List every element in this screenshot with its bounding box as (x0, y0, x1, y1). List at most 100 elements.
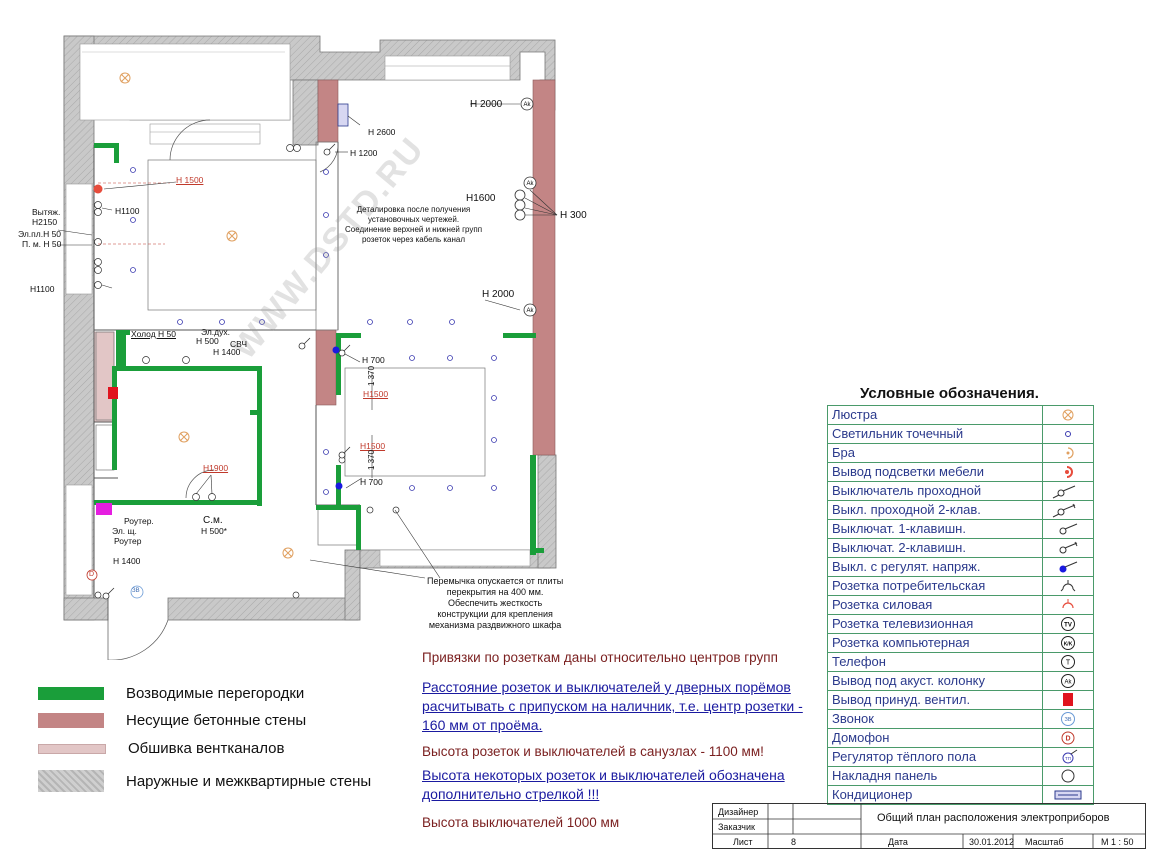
note-arrow-2: дополнительно стрелкой !!! (422, 786, 600, 802)
legend-title: Условные обозначения. (860, 385, 1039, 402)
note-distance-1: Расстояние розеток и выключателей у двер… (422, 679, 791, 695)
bearing-wall-swatch (38, 713, 104, 728)
legend-label: Розетка телевизионная (828, 615, 1043, 633)
legend-row: Регулятор тёплого пола ТП (828, 748, 1093, 767)
legend-row: Кондиционер (828, 786, 1093, 804)
intercom-icon: D (1061, 731, 1075, 745)
legend-row: Вывод принуд. вентил. (828, 691, 1093, 710)
legend-label: Выключатель проходной (828, 482, 1043, 500)
speaker-icon: Ak (1061, 674, 1075, 688)
label-h2600: H 2600 (368, 127, 396, 137)
wall-key-label: Наружные и межквартирные стены (126, 772, 372, 790)
outlet-icon (1060, 580, 1076, 592)
air-conditioner-icon (1054, 790, 1082, 800)
drawing-title: Общий план расположения электроприборов (877, 812, 1110, 824)
label-h2150: H2150 (32, 217, 58, 227)
power-outlet-icon (1062, 599, 1074, 609)
legend-label: Домофон (828, 729, 1043, 747)
label-h2000-bottom: H 2000 (482, 289, 515, 300)
label-h1100-top: H1100 (115, 206, 140, 216)
legend-label: Бра (828, 444, 1043, 462)
legend-label: Регулятор тёплого пола (828, 748, 1043, 766)
telephone-icon: T (1061, 655, 1075, 669)
sconce-icon (1066, 447, 1074, 459)
sheet-value: 8 (791, 837, 797, 847)
floor-heating-icon: ТП (1062, 749, 1078, 764)
legend-label: Выключат. 2-клавишн. (828, 539, 1043, 557)
scale-label: Масштаб (1025, 837, 1064, 847)
svg-text:Ak: Ak (523, 102, 531, 108)
partition-swatch (38, 687, 104, 700)
legend-row: Выключат. 2-клавишн. (828, 539, 1093, 558)
note-bathroom-height: Высота розеток и выключателей в санузлах… (422, 744, 764, 759)
legend-label: Люстра (828, 406, 1043, 424)
wall-key-partitions: Возводимые перегородки (38, 685, 304, 702)
label-h1200: H 1200 (350, 148, 378, 158)
wall-key-vent: Обшивка вентканалов (38, 740, 284, 757)
svg-text:T: T (1066, 660, 1071, 667)
label-h1400: H 1400 (213, 347, 241, 357)
legend-label: Кондиционер (828, 786, 1043, 804)
legend-label: Розетка компьютерная (828, 634, 1043, 652)
switch-2key-icon (1059, 541, 1078, 554)
svg-text:K/K: K/K (1064, 642, 1073, 648)
lintel-callout: Перемычка опускается от плиты перекрытия… (427, 576, 564, 630)
label-h1500-bedroom: H1500 (363, 389, 389, 399)
outer-wall-swatch (38, 770, 104, 792)
computer-outlet-icon: K/K (1061, 636, 1075, 650)
label-h700-top: H 700 (362, 355, 385, 365)
note-arrow-1: Высота некоторых розеток и выключателей … (422, 767, 785, 783)
label-h2000-top: H 2000 (470, 99, 503, 110)
svg-text:Ak: Ak (1064, 680, 1072, 686)
electric-panel-icon (96, 503, 112, 515)
pass-switch-icon (1052, 485, 1076, 499)
label-router-2: Роутер (114, 536, 142, 546)
svg-text:ТП: ТП (1065, 756, 1071, 761)
legend-label: Выключат. 1-клавишн. (828, 520, 1043, 538)
ventilation-icon (1063, 693, 1073, 706)
vent-cladding (93, 331, 115, 423)
legend-label: Накладня панель (828, 767, 1043, 785)
dimmer-switch-icon (1059, 561, 1078, 573)
ventilation-icon (108, 387, 118, 399)
wall-key-label: Возводимые перегородки (126, 685, 305, 702)
wall-key-outer: Наружные и межквартирные стены (38, 770, 371, 792)
svg-text:D: D (1065, 736, 1070, 743)
svg-text:Ak: Ak (526, 181, 534, 187)
svg-text:TV: TV (1064, 623, 1072, 629)
label-h1500-kitchen: H 1500 (176, 175, 204, 185)
legend-row: Выкл. проходной 2-клав. (828, 501, 1093, 520)
label-router-1: Роутер. (124, 516, 154, 526)
label-zv: ЗВ (132, 588, 140, 594)
legend-row: Розетка силовая (828, 596, 1093, 615)
furniture (95, 141, 486, 546)
air-conditioner-icon (337, 103, 349, 127)
legend-row: Телефон T (828, 653, 1093, 672)
scale-value: М 1 : 50 (1101, 837, 1134, 847)
label-d: D (89, 571, 95, 578)
label-el-sch: Эл. щ. (112, 526, 137, 536)
wall-key-label: Несущие бетонные стены (126, 712, 307, 729)
legend-label: Звонок (828, 710, 1043, 728)
note-distance-2: расчитывать с припуском на наличник, т.е… (422, 698, 803, 714)
label-h1100-bottom: H1100 (30, 284, 55, 294)
legend-row: Вывод под акуст. колонку Ak (828, 672, 1093, 691)
date-label: Дата (888, 837, 908, 847)
legend-row: Розетка компьютерная K/K (828, 634, 1093, 653)
label-h1600: H1600 (466, 193, 496, 204)
wall-key-bearing: Несущие бетонные стены (38, 712, 306, 729)
label-sm: С.м. (203, 515, 223, 526)
legend-label: Светильник точечный (828, 425, 1043, 443)
legend-row: Розетка потребительская (828, 577, 1093, 596)
panel-icon (1061, 769, 1075, 783)
legend-row: Звонок ЗВ (828, 710, 1093, 729)
legend-table: Люстра Светильник точечный Бра Вывод под… (827, 405, 1094, 805)
label-h500-star: H 500* (201, 526, 227, 536)
legend-label: Выкл. с регулят. напряж. (828, 558, 1043, 576)
chandelier-icon (1062, 409, 1074, 421)
label-h700-bottom: H 700 (360, 477, 383, 487)
wall-key-label: Обшивка вентканалов (128, 740, 285, 757)
doorbell-icon: ЗВ (1061, 712, 1075, 726)
legend-row: Накладня панель (828, 767, 1093, 786)
switch-1key-icon (1059, 523, 1078, 535)
